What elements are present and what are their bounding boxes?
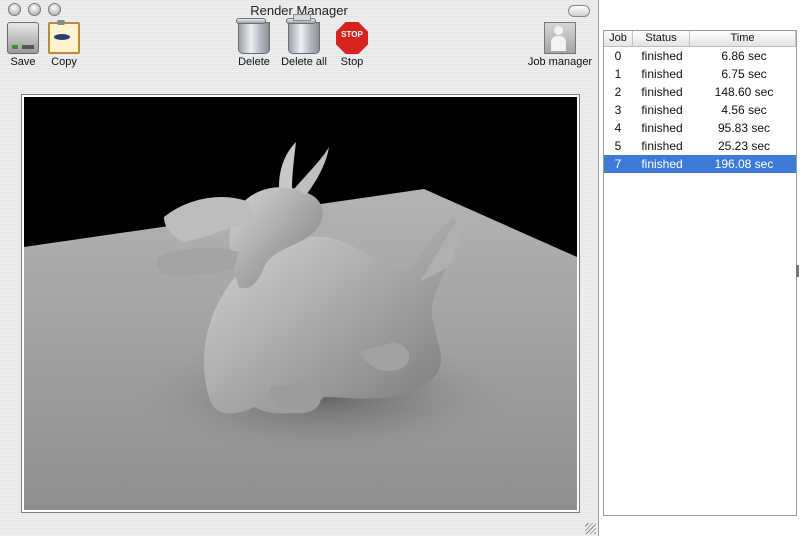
dragon-render-image (24, 97, 577, 510)
full-trash-can-icon (286, 14, 320, 54)
copy-label: Copy (51, 56, 77, 68)
job-id: 1 (614, 67, 622, 81)
delete-all-label: Delete all (281, 56, 327, 68)
job-id: 4 (614, 121, 622, 135)
table-row[interactable]: 4 finished 95.83 sec (604, 119, 796, 137)
table-row-selected[interactable]: 7 finished 196.08 sec (604, 155, 796, 173)
job-time: 4.56 sec (721, 103, 767, 117)
window-edge-handle[interactable] (796, 265, 799, 277)
job-status: finished (641, 67, 683, 81)
job-id: 0 (614, 49, 622, 63)
toolbar: Save Copy Delete Delete all STOP Stop Jo… (0, 14, 598, 72)
render-manager-window: Render Manager Save Copy Delete Delete a… (0, 0, 599, 536)
job-time: 148.60 sec (714, 85, 774, 99)
job-status: finished (641, 85, 683, 99)
column-header-time[interactable]: Time (690, 31, 796, 46)
job-id: 2 (614, 85, 622, 99)
copy-button[interactable]: Copy (47, 20, 81, 68)
delete-all-button[interactable]: Delete all (278, 14, 330, 68)
stop-sign-icon: STOP (336, 22, 368, 54)
job-id: 3 (614, 103, 622, 117)
clipboard-icon (48, 20, 80, 54)
resize-grip[interactable] (585, 523, 596, 534)
render-view-frame (21, 94, 580, 513)
job-status: finished (641, 157, 683, 171)
stop-button[interactable]: STOP Stop (336, 22, 368, 68)
table-row[interactable]: 2 finished 148.60 sec (604, 83, 796, 101)
delete-button[interactable]: Delete (236, 18, 272, 68)
job-manager-label: Job manager (527, 56, 593, 68)
table-row[interactable]: 5 finished 25.23 sec (604, 137, 796, 155)
job-table-header: Job Status Time (604, 31, 796, 47)
save-button[interactable]: Save (6, 22, 40, 68)
job-time: 196.08 sec (714, 157, 774, 171)
job-status: finished (641, 139, 683, 153)
job-id: 7 (614, 157, 622, 171)
job-time: 95.83 sec (717, 121, 771, 135)
job-time: 6.86 sec (721, 49, 767, 63)
column-header-status[interactable]: Status (633, 31, 690, 46)
table-row[interactable]: 3 finished 4.56 sec (604, 101, 796, 119)
job-id: 5 (614, 139, 622, 153)
job-manager-window: Job Status Time 0 finished 6.86 sec 1 fi… (603, 30, 797, 516)
job-time: 25.23 sec (717, 139, 771, 153)
job-status: finished (641, 49, 683, 63)
trash-can-icon (236, 18, 270, 54)
toolbar-toggle-button[interactable] (568, 5, 590, 17)
delete-label: Delete (238, 56, 270, 68)
column-header-job[interactable]: Job (604, 31, 633, 46)
hard-disk-icon (7, 22, 39, 54)
table-row[interactable]: 1 finished 6.75 sec (604, 65, 796, 83)
job-status: finished (641, 103, 683, 117)
save-label: Save (10, 56, 36, 68)
job-table-body: 0 finished 6.86 sec 1 finished 6.75 sec … (604, 47, 796, 173)
job-status: finished (641, 121, 683, 135)
person-icon (544, 22, 576, 54)
job-time: 6.75 sec (721, 67, 767, 81)
job-manager-button[interactable]: Job manager (526, 22, 594, 68)
table-row[interactable]: 0 finished 6.86 sec (604, 47, 796, 65)
render-image (24, 97, 577, 510)
stop-label: Stop (340, 56, 364, 68)
